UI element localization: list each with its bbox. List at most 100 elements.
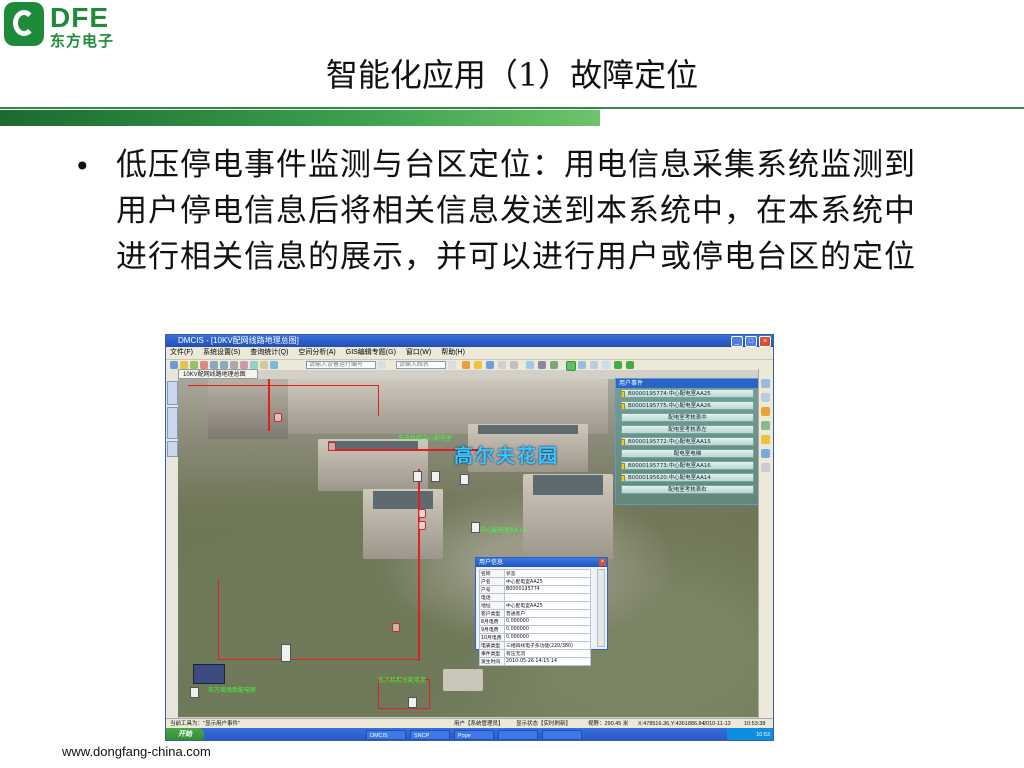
window-titlebar[interactable]: DMCIS - [10KV配网线路地理总图] _ □ × (166, 335, 773, 347)
alert-icon (622, 475, 625, 481)
dialog-scrollbar[interactable] (597, 569, 605, 647)
zoom-out-icon[interactable] (220, 361, 228, 369)
menu-help[interactable]: 帮助(H) (441, 347, 465, 359)
open-icon[interactable] (170, 361, 178, 369)
user-icon[interactable] (526, 361, 534, 369)
globe-icon[interactable] (486, 361, 494, 369)
roof (373, 491, 433, 509)
dropdown-icon[interactable] (448, 361, 456, 369)
close-icon[interactable]: × (599, 559, 606, 566)
info-icon[interactable] (578, 361, 586, 369)
zoom-in-icon[interactable] (210, 361, 218, 369)
place-name-label: 高尔夫花园 (454, 445, 560, 467)
link-icon[interactable] (602, 361, 610, 369)
table-icon[interactable] (510, 361, 518, 369)
table-row: 户号 B0000195774 (479, 585, 591, 594)
maximize-button[interactable]: □ (745, 336, 757, 347)
menu-file[interactable]: 文件(F) (170, 347, 193, 359)
label-switch-top: 东方机柜中心配电室 (398, 435, 453, 442)
route-icon[interactable] (590, 361, 598, 369)
close-button[interactable]: × (759, 336, 771, 347)
cabinet-icon[interactable] (190, 687, 199, 698)
pan-icon[interactable] (230, 361, 238, 369)
task-button[interactable] (498, 730, 538, 740)
event-row[interactable]: B0000195772:中心配电室AA15 (621, 437, 754, 446)
road-patch (443, 669, 483, 691)
search-icon[interactable] (462, 361, 470, 369)
user-info-title: 用户信息 (479, 559, 504, 566)
event-row[interactable]: 配电室考核表中 (621, 413, 754, 422)
menu-gis-edit[interactable]: GIS编辑专题(G) (346, 347, 396, 359)
start-button[interactable]: 开始 (166, 728, 204, 740)
save-icon[interactable] (190, 361, 198, 369)
event-row[interactable]: 配电室考核表右 (621, 485, 754, 494)
event-row[interactable]: 配电室考核表左 (621, 425, 754, 434)
grid-icon[interactable] (498, 361, 506, 369)
transformer-icon[interactable] (471, 522, 480, 533)
lightning-icon[interactable] (761, 435, 770, 444)
solar-panel-icon (193, 664, 225, 684)
event-row[interactable]: 配电室电梯 (621, 449, 754, 458)
switch-box-icon[interactable] (460, 474, 469, 485)
meter-icon[interactable] (274, 413, 282, 422)
task-button[interactable]: Pope (454, 730, 494, 740)
list-icon[interactable] (761, 393, 770, 402)
minimize-button[interactable]: _ (731, 336, 743, 347)
refresh-icon[interactable] (270, 361, 278, 369)
event-row[interactable]: B0000195620:中心配电室AA14 (621, 473, 754, 482)
task-button[interactable]: SNCP (410, 730, 450, 740)
plus-icon[interactable] (626, 361, 634, 369)
table-row: 9月电费 0.000000 (479, 625, 591, 634)
meter-icon[interactable] (328, 442, 336, 451)
line-search-input[interactable] (396, 361, 446, 369)
meter-icon[interactable] (418, 509, 426, 518)
table-row: 事件类型 有压无流 (479, 649, 591, 658)
menu-window[interactable]: 窗口(W) (406, 347, 431, 359)
power-line (218, 579, 419, 660)
layer-icon[interactable] (761, 379, 770, 388)
menu-settings[interactable]: 系统设置(S) (203, 347, 240, 359)
footer-url: www.dongfang-china.com (62, 744, 211, 759)
cabinet-icon[interactable] (281, 644, 291, 662)
title-divider (0, 107, 1024, 109)
search-tab[interactable] (167, 441, 178, 457)
alert-icon (622, 439, 625, 445)
roof (478, 425, 578, 434)
locate-icon[interactable] (474, 361, 482, 369)
logo-icon (4, 2, 44, 46)
layer-icon[interactable] (260, 361, 268, 369)
layer-tab[interactable] (167, 381, 178, 405)
export-icon[interactable] (761, 463, 770, 472)
table-row: 户名 中心配电室AA25 (479, 577, 591, 586)
device-search-input[interactable] (306, 361, 376, 369)
print-icon[interactable] (200, 361, 208, 369)
layers-icon[interactable] (550, 361, 558, 369)
dropdown-icon[interactable] (378, 361, 386, 369)
settings-icon[interactable] (761, 449, 770, 458)
menu-analysis[interactable]: 空间分析(A) (298, 347, 335, 359)
meter-icon[interactable] (418, 521, 426, 530)
task-button[interactable]: DMCIS (366, 730, 406, 740)
event-row[interactable]: B0000195774:中心配电室AA25 (621, 389, 754, 398)
event-row[interactable]: B0000195775:中心配电室AA26 (621, 401, 754, 410)
meter-icon[interactable] (392, 623, 400, 632)
switch-box-icon[interactable] (431, 471, 440, 482)
alert-icon (622, 391, 625, 397)
flag-icon[interactable] (761, 407, 770, 416)
event-row[interactable]: B0000195773:中心配电室AA16 (621, 461, 754, 470)
measure-icon[interactable] (240, 361, 248, 369)
user-info-titlebar[interactable]: 用户信息 × (476, 558, 607, 567)
chart-icon[interactable] (761, 421, 770, 430)
folder-icon[interactable] (180, 361, 188, 369)
tree-tab[interactable] (167, 407, 178, 439)
arrow-icon[interactable] (614, 361, 622, 369)
table-row: 客户类型 普通客户 (479, 609, 591, 618)
switch-box-icon[interactable] (413, 471, 422, 482)
event-icon[interactable] (566, 361, 576, 371)
select-icon[interactable] (250, 361, 258, 369)
menu-query[interactable]: 查询统计(Q) (250, 347, 288, 359)
tab-map[interactable]: 10KV配网线路地理总图 (178, 369, 258, 379)
cabinet-icon[interactable] (408, 697, 417, 708)
task-button[interactable] (542, 730, 582, 740)
tool-icon[interactable] (538, 361, 546, 369)
